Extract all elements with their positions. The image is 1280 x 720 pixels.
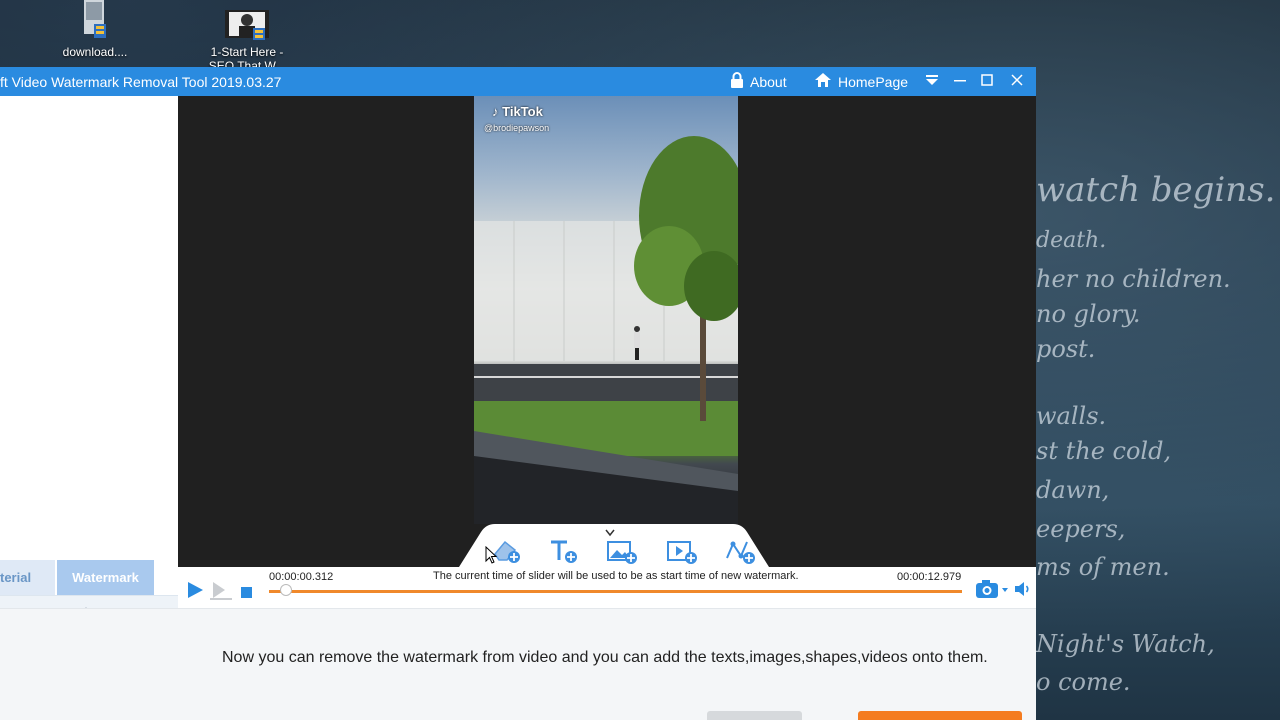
desktop-icon-start-here[interactable]: 1-Start Here - SEO That W... [192,0,302,67]
add-text-button[interactable] [547,536,581,566]
poem-line: no glory. [1036,300,1141,328]
instruction-message: Now you can remove the watermark from vi… [222,649,988,666]
video-frame[interactable]: ♪ TikTok @brodiepawson [474,96,738,524]
snapshot-button[interactable] [975,578,1009,605]
about-label: About [750,73,787,90]
file-thumbnail-icon [72,0,118,42]
dropdown-menu-button[interactable] [918,67,946,96]
maximize-button[interactable] [973,67,1001,96]
total-time: 00:00:12.979 [897,571,962,583]
poem-line: o come. [1036,668,1131,696]
tiktok-username: @brodiepawson [484,123,550,133]
poem-line: ms of men. [1036,553,1170,581]
mouse-cursor-icon [485,545,498,567]
maximize-icon [981,73,993,91]
about-button[interactable]: About [730,67,787,96]
status-area: Now you can remove the watermark from vi… [0,608,1036,720]
poem-line: post. [1036,335,1096,363]
tab-watermark[interactable]: Watermark [57,560,154,595]
poem-line: death. [1036,228,1107,253]
step-forward-button[interactable] [210,581,232,606]
back-button[interactable] [707,711,802,720]
tab-label: Watermark [72,570,139,585]
minimize-icon [954,73,966,91]
window-title: ft Video Watermark Removal Tool 2019.03.… [0,74,282,90]
desktop-icon-label: download.... [62,45,128,59]
image-add-icon [605,541,639,567]
playback-controls: 00:00:00.312 The current time of slider … [178,567,1036,608]
poem-line: watch begins. [1036,170,1276,210]
poem-line: her no children. [1036,265,1231,293]
poem-line: Night's Watch, [1036,630,1215,658]
tiktok-brand-text: TikTok [502,104,543,119]
add-image-button[interactable] [605,536,639,566]
app-window: ft Video Watermark Removal Tool 2019.03.… [0,67,1036,720]
timeline-slider[interactable] [269,590,962,593]
tab-label: terial [0,570,32,585]
desktop-icon-label: 1-Start Here - [210,45,284,59]
close-icon [1011,73,1023,91]
lock-icon [730,72,744,91]
play-icon [186,582,204,603]
title-bar: ft Video Watermark Removal Tool 2019.03.… [0,67,1036,96]
caret-down-icon [925,73,939,91]
close-button[interactable] [1003,67,1031,96]
tiktok-watermark: ♪ TikTok [492,104,543,119]
left-panel: terial Watermark [0,96,178,637]
video-add-icon [665,541,699,567]
poem-line: st the cold, [1036,437,1172,465]
homepage-button[interactable]: HomePage [814,67,908,96]
add-shape-button[interactable] [723,536,757,566]
desktop-icon-label-line2: SEO That W... [208,59,286,67]
slider-hint: The current time of slider will be used … [433,570,799,582]
poem-line: dawn, [1036,476,1110,504]
video-thumbnail-icon [223,0,271,42]
stop-button[interactable] [241,585,252,603]
text-add-icon [547,540,581,567]
volume-button[interactable] [1014,580,1032,603]
speaker-icon [1014,582,1032,602]
next-button[interactable] [858,711,1022,720]
minimize-button[interactable] [946,67,974,96]
timeline-slider-thumb[interactable] [279,584,292,596]
camera-icon [975,580,1009,604]
tab-material[interactable]: terial [0,560,55,595]
video-player: ♪ TikTok @brodiepawson [178,96,1036,567]
watermark-tool-panel [459,524,769,567]
home-icon [814,72,832,91]
stop-icon [241,585,252,602]
desktop-icon-download[interactable]: download.... [40,0,150,59]
current-time: 00:00:00.312 [269,571,334,583]
poem-line: walls. [1036,402,1107,430]
tiktok-logo-icon: ♪ [492,104,499,119]
shape-add-icon [723,541,757,567]
homepage-label: HomePage [838,73,909,90]
poem-line: eepers, [1036,515,1126,543]
add-video-button[interactable] [665,536,699,566]
step-forward-icon [210,582,232,605]
video-scene [474,136,738,524]
play-button[interactable] [186,581,204,604]
